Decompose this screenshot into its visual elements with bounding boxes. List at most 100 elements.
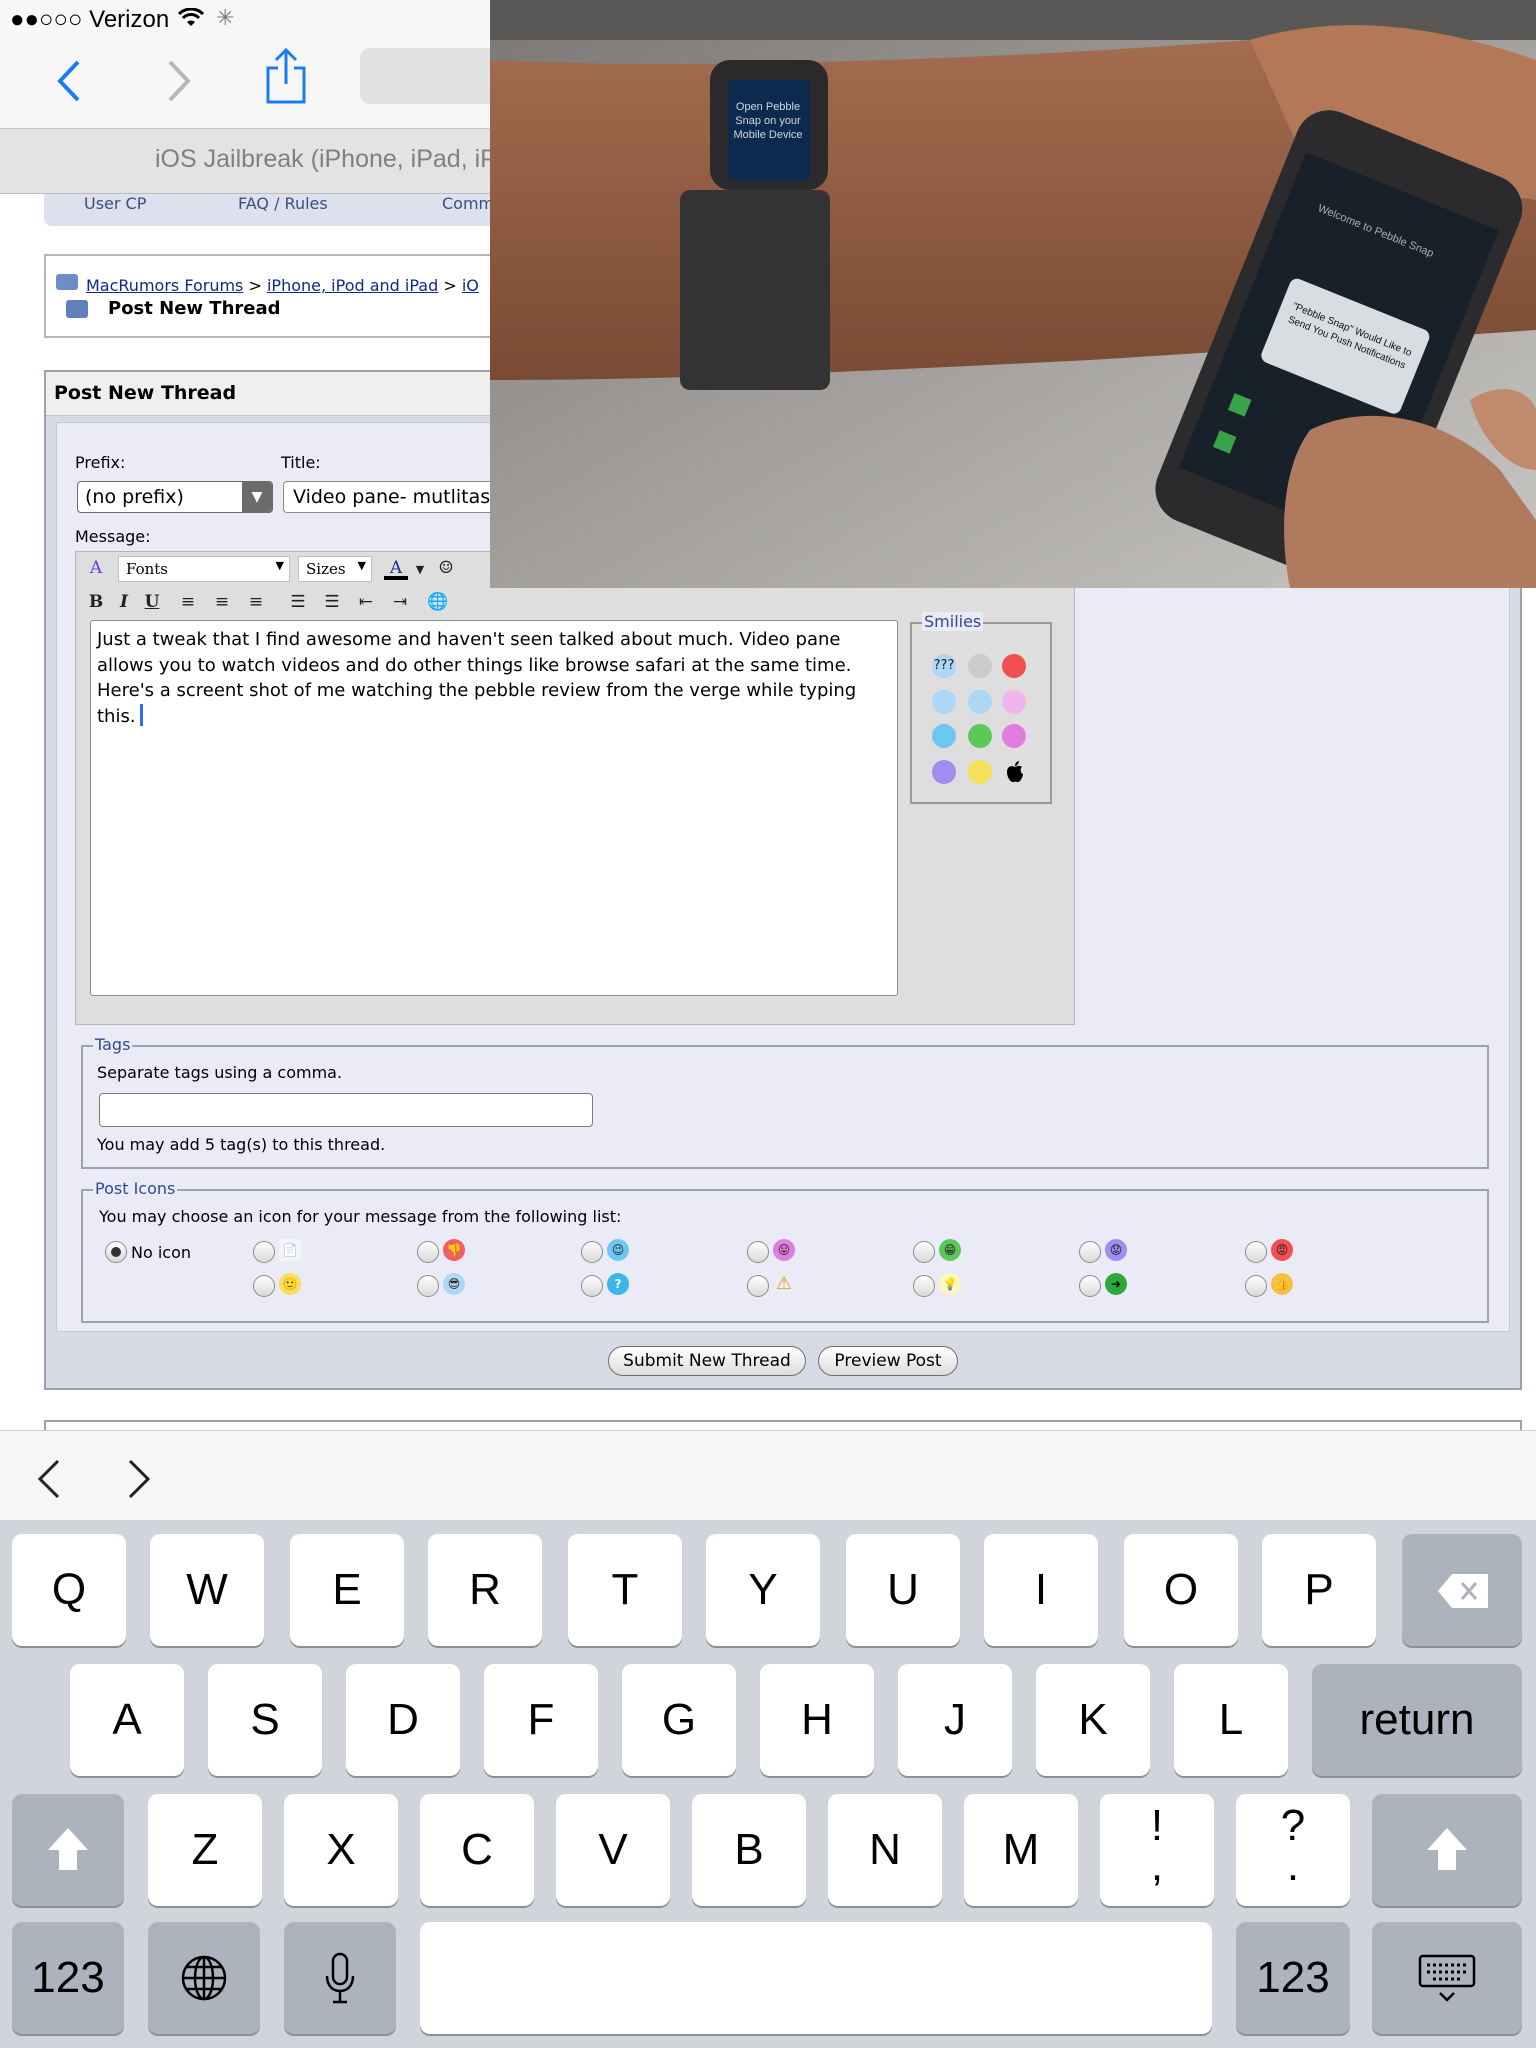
video-pane[interactable]: Open Pebble Snap on your Mobile Device "…: [490, 0, 1536, 588]
key-y[interactable]: Y: [706, 1534, 820, 1646]
text-color-icon[interactable]: A: [384, 556, 408, 580]
size-select[interactable]: Sizes ▼: [298, 556, 372, 582]
radio-icon-4[interactable]: [747, 1241, 769, 1263]
key-g[interactable]: G: [622, 1664, 736, 1776]
radio-icon-14[interactable]: [1245, 1275, 1267, 1297]
smiley-confused-icon[interactable]: ???: [932, 654, 956, 678]
radio-icon-12[interactable]: [913, 1275, 935, 1297]
key-a[interactable]: A: [70, 1664, 184, 1776]
key-k[interactable]: K: [1036, 1664, 1150, 1776]
breadcrumb-link-forums[interactable]: MacRumors Forums: [86, 276, 243, 295]
key-n[interactable]: N: [828, 1794, 942, 1906]
next-field-icon[interactable]: [126, 1457, 152, 1501]
underline-icon[interactable]: U: [140, 590, 164, 614]
key-h[interactable]: H: [760, 1664, 874, 1776]
bold-icon[interactable]: B: [84, 590, 108, 614]
insert-link-icon[interactable]: 🌐: [426, 590, 450, 614]
align-center-icon[interactable]: ≡: [210, 590, 234, 614]
key-u[interactable]: U: [846, 1534, 960, 1646]
outdent-icon[interactable]: ⇤: [354, 590, 378, 614]
key-r[interactable]: R: [428, 1534, 542, 1646]
tags-input[interactable]: [99, 1093, 593, 1127]
radio-icon-8[interactable]: [253, 1275, 275, 1297]
key-question-period[interactable]: ?.: [1236, 1794, 1350, 1906]
smiley-grin-icon[interactable]: [968, 724, 992, 748]
breadcrumb-link-ios[interactable]: iO: [462, 276, 479, 295]
key-o[interactable]: O: [1124, 1534, 1238, 1646]
smiley-razz-icon[interactable]: [1002, 724, 1026, 748]
key-w[interactable]: W: [150, 1534, 264, 1646]
indent-icon[interactable]: ⇥: [388, 590, 412, 614]
ordered-list-icon[interactable]: ☰: [286, 590, 310, 614]
key-m[interactable]: M: [964, 1794, 1078, 1906]
key-q[interactable]: Q: [12, 1534, 126, 1646]
radio-icon-11[interactable]: [747, 1275, 769, 1297]
key-s[interactable]: S: [208, 1664, 322, 1776]
key-t[interactable]: T: [568, 1534, 682, 1646]
breadcrumb-link-iphone[interactable]: iPhone, iPod and iPad: [267, 276, 438, 295]
key-j[interactable]: J: [898, 1664, 1012, 1776]
smiley-tongue-icon[interactable]: [1002, 690, 1026, 714]
smiley-menu-icon[interactable]: ☺: [434, 556, 458, 580]
radio-no-icon[interactable]: [105, 1241, 127, 1263]
font-select[interactable]: Fonts ▼: [118, 556, 290, 582]
smiley-rolleyes-icon[interactable]: [932, 690, 956, 714]
key-v[interactable]: V: [556, 1794, 670, 1906]
dictation-key[interactable]: [284, 1922, 396, 2034]
align-left-icon[interactable]: ≡: [176, 590, 200, 614]
radio-icon-3[interactable]: [581, 1241, 603, 1263]
key-b[interactable]: B: [692, 1794, 806, 1906]
smiley-wink-icon[interactable]: [932, 724, 956, 748]
apple-logo-icon[interactable]: [1004, 760, 1026, 784]
smiley-smile-icon[interactable]: [968, 760, 992, 784]
smiley-eek-icon[interactable]: [968, 654, 992, 678]
radio-icon-5[interactable]: [913, 1241, 935, 1263]
browser-tab[interactable]: iOS Jailbreak (iPhone, iPad, iP: [0, 128, 490, 194]
radio-icon-2[interactable]: [417, 1241, 439, 1263]
submit-thread-button[interactable]: Submit New Thread: [608, 1346, 806, 1376]
space-key[interactable]: [420, 1922, 1212, 2034]
globe-key[interactable]: [148, 1922, 260, 2034]
share-icon[interactable]: [264, 48, 308, 104]
shift-key-left[interactable]: [12, 1794, 124, 1906]
smiley-cool-icon[interactable]: [968, 690, 992, 714]
shift-key-right[interactable]: [1372, 1794, 1522, 1906]
radio-icon-6[interactable]: [1079, 1241, 1101, 1263]
key-z[interactable]: Z: [148, 1794, 262, 1906]
key-i[interactable]: I: [984, 1534, 1098, 1646]
back-icon[interactable]: [54, 58, 84, 104]
dismiss-keyboard-key[interactable]: [1372, 1922, 1522, 2034]
smiley-mad-icon[interactable]: [1002, 654, 1026, 678]
radio-icon-9[interactable]: [417, 1275, 439, 1297]
key-p[interactable]: P: [1262, 1534, 1376, 1646]
return-key[interactable]: return: [1312, 1664, 1522, 1776]
chevron-down-icon[interactable]: ▼: [408, 558, 432, 582]
nav-user-cp[interactable]: User CP: [84, 194, 146, 213]
remove-format-icon[interactable]: A: [84, 556, 108, 580]
key-c[interactable]: C: [420, 1794, 534, 1906]
align-right-icon[interactable]: ≡: [244, 590, 268, 614]
radio-icon-1[interactable]: [253, 1241, 275, 1263]
forward-icon[interactable]: [164, 58, 194, 104]
smiley-frown-icon[interactable]: [932, 760, 956, 784]
italic-icon[interactable]: I: [112, 590, 136, 614]
key-l[interactable]: L: [1174, 1664, 1288, 1776]
prefix-select[interactable]: (no prefix) ▼: [77, 481, 273, 513]
radio-icon-10[interactable]: [581, 1275, 603, 1297]
key-e[interactable]: E: [290, 1534, 404, 1646]
unordered-list-icon[interactable]: ☰: [320, 590, 344, 614]
key-exclaim-comma[interactable]: !,: [1100, 1794, 1214, 1906]
previous-field-icon[interactable]: [36, 1457, 62, 1501]
backspace-key[interactable]: [1402, 1534, 1522, 1646]
key-d[interactable]: D: [346, 1664, 460, 1776]
preview-post-button[interactable]: Preview Post: [818, 1346, 958, 1376]
nav-community[interactable]: Comm: [442, 194, 494, 213]
nav-faq-rules[interactable]: FAQ / Rules: [238, 194, 328, 213]
message-textarea[interactable]: Just a tweak that I find awesome and hav…: [90, 620, 898, 996]
numbers-key-right[interactable]: 123: [1236, 1922, 1350, 2034]
radio-icon-7[interactable]: [1245, 1241, 1267, 1263]
key-f[interactable]: F: [484, 1664, 598, 1776]
address-bar[interactable]: [360, 48, 500, 104]
key-x[interactable]: X: [284, 1794, 398, 1906]
numbers-key-left[interactable]: 123: [12, 1922, 124, 2034]
